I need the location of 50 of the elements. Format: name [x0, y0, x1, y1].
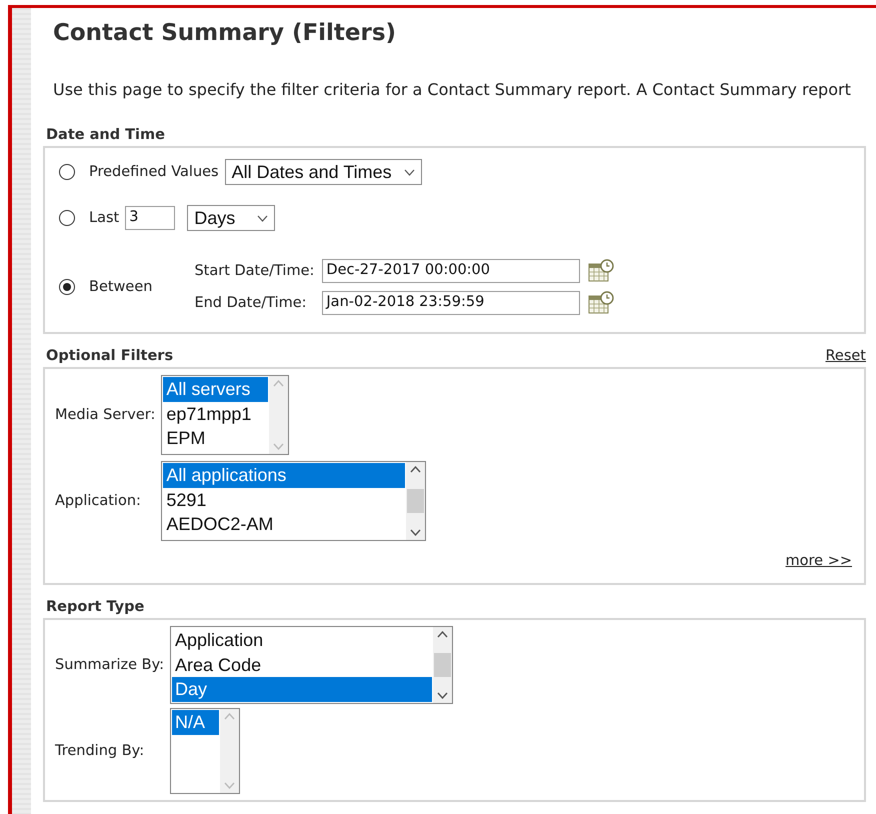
more-link[interactable]: more >> — [786, 553, 852, 569]
option-label: Predefined Values — [89, 164, 219, 180]
scroll-thumb[interactable] — [407, 489, 424, 513]
count-field[interactable]: 3 — [125, 206, 176, 230]
filter-label: Summarize By: — [55, 657, 164, 673]
radio-button[interactable] — [59, 164, 75, 180]
list-option[interactable]: Area Code — [172, 652, 432, 677]
page-title: Contact Summary (Filters) — [53, 20, 398, 46]
list-option[interactable]: ep71mpp1 — [163, 402, 268, 426]
date-time-field[interactable]: Jan-02-2018 23:59:59 — [322, 291, 580, 315]
scroll-up-icon[interactable] — [410, 466, 422, 473]
calendar-clock-icon[interactable] — [588, 291, 614, 315]
radio-button[interactable] — [59, 279, 75, 295]
calendar-clock-icon[interactable] — [588, 259, 614, 283]
list-box[interactable]: Application Area Code Day — [170, 626, 454, 704]
list-option[interactable]: All applications — [163, 463, 406, 488]
predefined-values-dropdown[interactable]: All Dates and Times — [224, 159, 422, 185]
reset-link[interactable]: Reset — [825, 348, 866, 364]
list-box[interactable]: N/A — [170, 708, 240, 794]
option-label: Last — [89, 210, 120, 226]
unit-dropdown[interactable]: Days — [187, 205, 276, 231]
list-option[interactable]: 5291 — [163, 488, 406, 512]
list-box[interactable]: All servers ep71mpp1 EPM — [161, 375, 290, 455]
field-label: Start Date/Time: — [194, 263, 314, 279]
scroll-thumb[interactable] — [434, 653, 452, 677]
filter-label: Media Server: — [55, 407, 156, 423]
field-label: End Date/Time: — [194, 295, 308, 311]
date-time-field[interactable]: Dec-27-2017 00:00:00 — [322, 259, 580, 283]
list-box[interactable]: All applications 5291 AEDOC2-AM — [161, 461, 426, 541]
section-heading: Date and Time — [46, 127, 165, 143]
scroll-down-icon[interactable] — [437, 692, 448, 699]
option-label: Between — [89, 279, 152, 295]
scroll-down-icon[interactable] — [410, 529, 422, 536]
list-option[interactable]: Application — [172, 628, 432, 652]
list-option[interactable]: AEDOC2-AM — [163, 512, 406, 536]
list-option[interactable]: EPM — [163, 426, 268, 450]
filter-label: Application: — [55, 493, 142, 509]
filter-label: Trending By: — [55, 743, 146, 759]
list-option[interactable]: All servers — [163, 377, 268, 402]
section-heading: Report Type — [46, 599, 144, 615]
list-option[interactable]: N/A — [172, 710, 220, 734]
caret-icon — [257, 214, 268, 222]
scroll-up-icon[interactable] — [437, 631, 448, 638]
section-heading: Optional Filters — [46, 348, 174, 364]
radio-button[interactable] — [59, 210, 75, 226]
list-option[interactable]: Day — [172, 677, 432, 702]
scrollbar[interactable] — [433, 627, 452, 703]
caret-icon — [404, 168, 415, 176]
intro-text: Use this page to specify the filter criteria for a Contact Summary report. A Contact Summary report — [53, 80, 852, 99]
scrollbar[interactable] — [406, 462, 426, 540]
